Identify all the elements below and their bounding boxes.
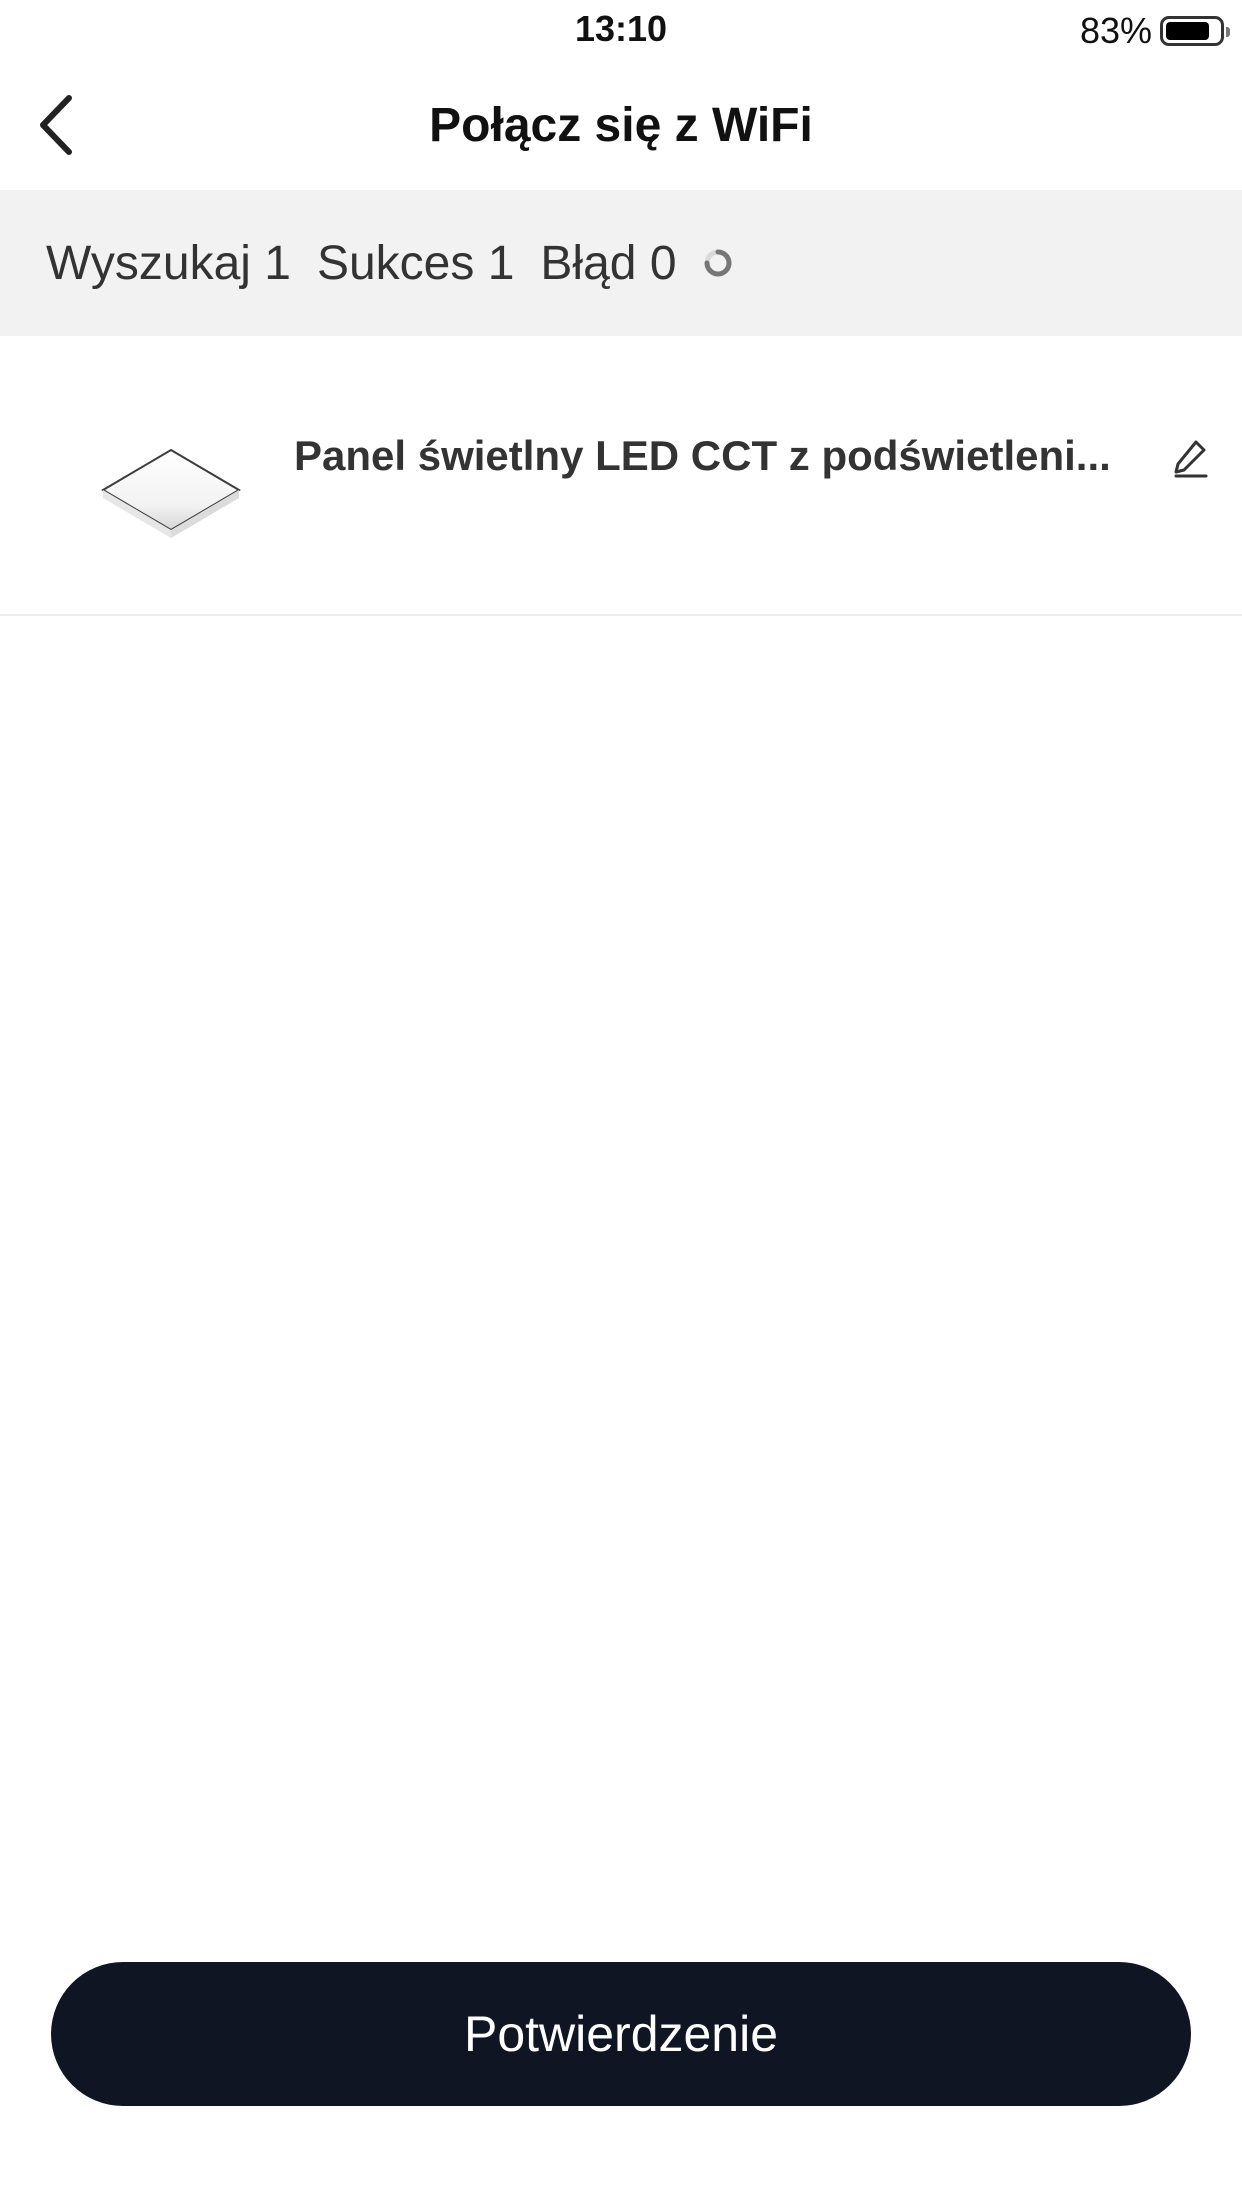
battery-percent: 83% xyxy=(1079,10,1152,51)
battery-fill xyxy=(1166,22,1210,40)
edit-name-button[interactable] xyxy=(1164,432,1216,484)
error-count: Błąd 0 xyxy=(540,236,677,290)
progress-summary: Wyszukaj 1 Sukces 1 Błąd 0 xyxy=(0,190,1242,336)
nav-bar: Połącz się z WiFi xyxy=(0,62,1242,190)
battery-icon xyxy=(1160,16,1230,46)
search-count: Wyszukaj 1 xyxy=(46,236,291,290)
status-time: 13:10 xyxy=(574,8,668,49)
battery-status: 83% xyxy=(1079,10,1230,52)
device-name: Panel świetlny LED CCT z podświetleni... xyxy=(294,432,1111,479)
loading-spinner-icon xyxy=(704,249,732,277)
confirm-button[interactable]: Potwierdzenie xyxy=(51,1962,1191,2106)
status-bar: 13:10 83% xyxy=(0,0,1242,62)
success-count: Sukces 1 xyxy=(316,236,515,290)
device-list-item: Panel świetlny LED CCT z podświetleni... xyxy=(0,336,1242,616)
pencil-icon xyxy=(1174,440,1208,478)
page-title: Połącz się z WiFi xyxy=(429,99,813,152)
led-panel-icon xyxy=(101,448,241,538)
